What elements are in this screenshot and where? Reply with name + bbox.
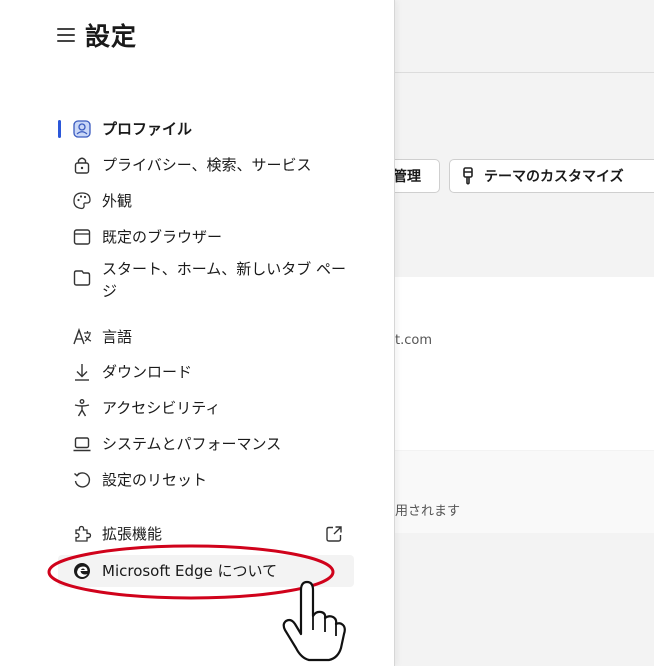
- sidebar-item-label: 設定のリセット: [102, 471, 208, 489]
- profile-icon: [72, 119, 92, 139]
- sidebar-item-privacy[interactable]: プライバシー、検索、サービス: [58, 150, 354, 180]
- laptop-icon: [72, 434, 92, 454]
- sidebar-item-label: プライバシー、検索、サービス: [102, 156, 312, 174]
- external-link-icon: [324, 524, 344, 544]
- sidebar-item-label: アクセシビリティ: [102, 399, 221, 417]
- accessibility-icon: [72, 398, 92, 418]
- sidebar-item-label: 言語: [102, 328, 133, 346]
- sidebar-item-label: Microsoft Edge について: [102, 562, 278, 580]
- sidebar-item-extensions[interactable]: 拡張機能: [58, 519, 354, 549]
- sidebar-item-start-home-newtab[interactable]: スタート、ホーム、新しいタブ ページ: [58, 256, 354, 300]
- lock-icon: [72, 155, 92, 175]
- language-icon: [72, 327, 92, 347]
- sidebar-item-system-performance[interactable]: システムとパフォーマンス: [58, 429, 354, 459]
- sidebar-item-label: 既定のブラウザー: [102, 228, 223, 246]
- sidebar-item-label: システムとパフォーマンス: [102, 435, 282, 453]
- edge-logo-icon: [72, 561, 92, 581]
- customize-theme-label: テーマのカスタマイズ: [484, 169, 624, 185]
- extensions-icon: [72, 524, 92, 544]
- sidebar-item-language[interactable]: 言語: [58, 322, 354, 352]
- sidebar-item-downloads[interactable]: ダウンロード: [58, 357, 354, 387]
- usage-text: 用されます: [395, 504, 461, 519]
- tab-page-icon: [72, 268, 92, 288]
- profile-card: [395, 277, 654, 450]
- reset-icon: [72, 470, 92, 490]
- divider: [395, 72, 654, 73]
- browser-window-icon: [72, 227, 92, 247]
- sidebar-item-label: プロファイル: [102, 120, 193, 138]
- settings-sidebar: 設定 プロファイル プライバシー、検索、サービス 外観 既定のブラウザー スター…: [0, 0, 395, 666]
- manage-button-label: 管理: [393, 169, 421, 185]
- paintbrush-icon: [463, 167, 473, 185]
- sidebar-item-label: 拡張機能: [102, 525, 163, 543]
- email-fragment: t.com: [395, 333, 432, 348]
- sidebar-item-reset-settings[interactable]: 設定のリセット: [58, 465, 354, 495]
- hamburger-icon[interactable]: [57, 28, 75, 42]
- sidebar-item-appearance[interactable]: 外観: [58, 186, 354, 216]
- download-icon: [72, 362, 92, 382]
- sync-card: [395, 451, 654, 533]
- sidebar-item-label: 外観: [102, 192, 133, 210]
- sidebar-item-label: スタート、ホーム、新しいタブ ページ: [102, 260, 347, 300]
- sidebar-item-label: ダウンロード: [102, 363, 193, 381]
- sidebar-item-accessibility[interactable]: アクセシビリティ: [58, 393, 354, 423]
- palette-icon: [72, 191, 92, 211]
- sidebar-header: 設定: [57, 18, 137, 52]
- customize-theme-button[interactable]: テーマのカスタマイズ: [449, 159, 654, 193]
- sidebar-item-about-edge[interactable]: Microsoft Edge について: [58, 555, 354, 587]
- sidebar-item-default-browser[interactable]: 既定のブラウザー: [58, 222, 354, 252]
- sidebar-item-profile[interactable]: プロファイル: [58, 114, 354, 144]
- page-title: 設定: [85, 22, 138, 51]
